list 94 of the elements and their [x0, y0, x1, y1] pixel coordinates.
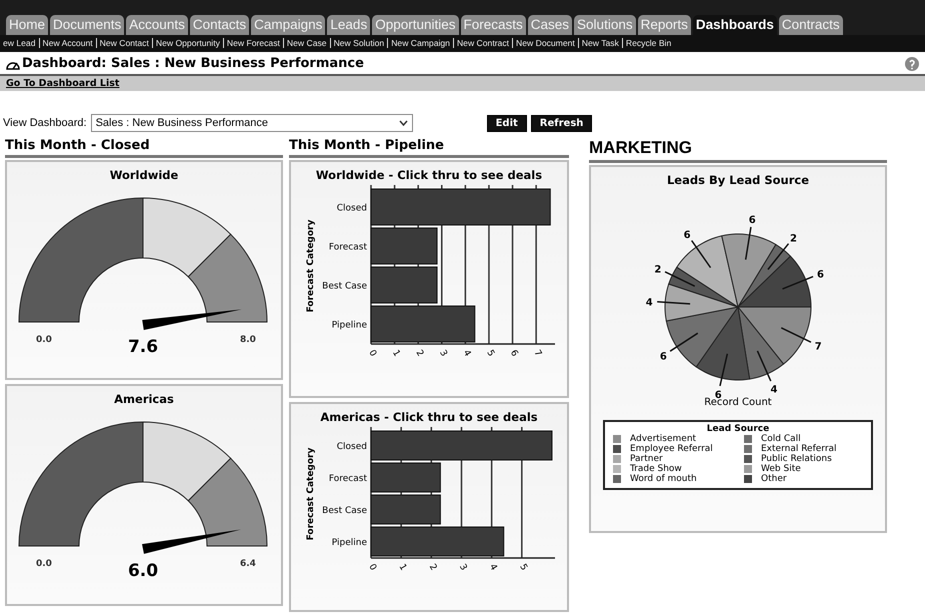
legend-label: Web Site [761, 464, 801, 474]
pie-slice[interactable] [721, 234, 777, 308]
leader-line [782, 276, 814, 290]
tick-label: 1 [396, 562, 408, 572]
tick-label: 1 [390, 348, 402, 358]
chart-title: Americas - Click thru to see deals [320, 410, 538, 424]
leader-line [691, 240, 712, 268]
tick-label: 3 [456, 562, 468, 572]
tick-label: 4 [460, 348, 472, 358]
quick-link[interactable]: Recycle Bin [622, 38, 674, 48]
caret-icon [398, 120, 408, 126]
pie-slice[interactable] [664, 283, 740, 322]
legend-label: Other [761, 474, 787, 484]
data-label: 4 [770, 384, 778, 396]
category-label: Forecast [328, 474, 367, 484]
quick-link[interactable]: New Account [38, 38, 96, 48]
quick-link[interactable]: New Forecast [222, 38, 283, 48]
leader-line [664, 271, 696, 287]
tick-label: 2 [414, 348, 426, 358]
tick-label: 2 [426, 562, 438, 572]
quick-link[interactable]: ew Lead [0, 38, 38, 48]
dashboard-button[interactable]: Refresh [530, 114, 592, 132]
legend-label: External Referral [761, 444, 837, 454]
legend-title: Lead Source [706, 424, 770, 434]
data-label: 6 [660, 352, 667, 363]
legend-label: Advertisement [630, 434, 696, 444]
gauge-max: 8.0 [240, 335, 256, 345]
data-label: 2 [790, 233, 797, 244]
quick-link[interactable]: New Solution [330, 38, 388, 48]
tick-label: 3 [437, 348, 449, 358]
category-label: Pipeline [332, 320, 367, 330]
axis-title: Forecast Category [306, 448, 316, 540]
category-label: Best Case [322, 282, 367, 292]
quick-link[interactable]: New Task [578, 38, 622, 48]
category-label: Closed [336, 204, 367, 214]
gauge-min: 0.0 [36, 335, 52, 345]
pie-slice[interactable] [666, 306, 740, 368]
data-label: 4 [646, 297, 653, 308]
tick-label: 5 [484, 348, 496, 358]
pie-slice[interactable] [696, 306, 750, 380]
tick-label: 0 [366, 348, 378, 358]
nav-tab[interactable]: Dashboards [692, 14, 777, 35]
leader-line [756, 350, 772, 382]
tick-label: 7 [532, 348, 544, 358]
gauge-max: 6.4 [240, 559, 256, 569]
pie-slice[interactable] [736, 256, 812, 308]
gauge-value: 6.0 [128, 561, 158, 581]
data-label: 6 [817, 270, 824, 281]
dashboard-select[interactable]: Sales : New Business Performance [90, 114, 413, 132]
gauge-value: 7.6 [128, 337, 158, 357]
quick-link[interactable]: New Contact [96, 38, 152, 48]
data-label: 2 [654, 264, 662, 276]
gauge-title: Worldwide [110, 168, 178, 182]
quick-link[interactable]: New Opportunity [152, 38, 223, 48]
leader-line [767, 243, 790, 270]
dashboard-button[interactable]: Edit [486, 114, 527, 132]
leader-line [670, 332, 698, 352]
quick-link[interactable]: New Case [282, 38, 330, 48]
chart-title: Leads By Lead Source [666, 173, 809, 187]
pie-slice[interactable] [736, 306, 812, 365]
legend-label: Employee Referral [630, 444, 713, 454]
legend-label: Cold Call [761, 434, 801, 444]
quick-link[interactable]: New Campaign [387, 38, 453, 48]
tick-label: 6 [508, 348, 520, 358]
category-label: Best Case [322, 506, 367, 516]
quick-link[interactable]: New Document [512, 38, 578, 48]
category-label: Closed [336, 442, 367, 452]
axis-title: Record Count [704, 397, 772, 408]
category-label: Pipeline [332, 538, 367, 548]
data-label: 6 [748, 215, 756, 226]
tick-label: 4 [487, 562, 499, 572]
quick-link[interactable]: New Contract [452, 38, 512, 48]
axis-title: Forecast Category [306, 220, 316, 312]
gauge-title: Americas [114, 392, 174, 406]
leader-line [657, 301, 690, 305]
tick-label: 0 [366, 562, 378, 572]
data-label: 7 [814, 342, 822, 353]
tick-label: 5 [517, 562, 529, 572]
legend-label: Partner [630, 454, 663, 464]
field-label: View Dashboard: [3, 117, 87, 129]
help-icon[interactable] [905, 56, 919, 71]
gauge-min: 0.0 [36, 559, 52, 569]
pie-slice[interactable] [737, 305, 784, 380]
leader-line [719, 354, 728, 386]
category-label: Forecast [328, 242, 367, 252]
legend-label: Word of mouth [630, 474, 697, 484]
chart-title: Worldwide - Click thru to see deals [316, 168, 542, 182]
legend-label: Trade Show [630, 464, 682, 474]
dashboard-list-link[interactable]: Go To Dashboard List [6, 78, 120, 90]
leader-line [744, 226, 752, 260]
leader-line [780, 327, 812, 343]
legend-label: Public Relations [761, 454, 832, 464]
data-label: 6 [684, 230, 691, 241]
page-title: Dashboard: Sales : New Business Performance [22, 56, 365, 72]
